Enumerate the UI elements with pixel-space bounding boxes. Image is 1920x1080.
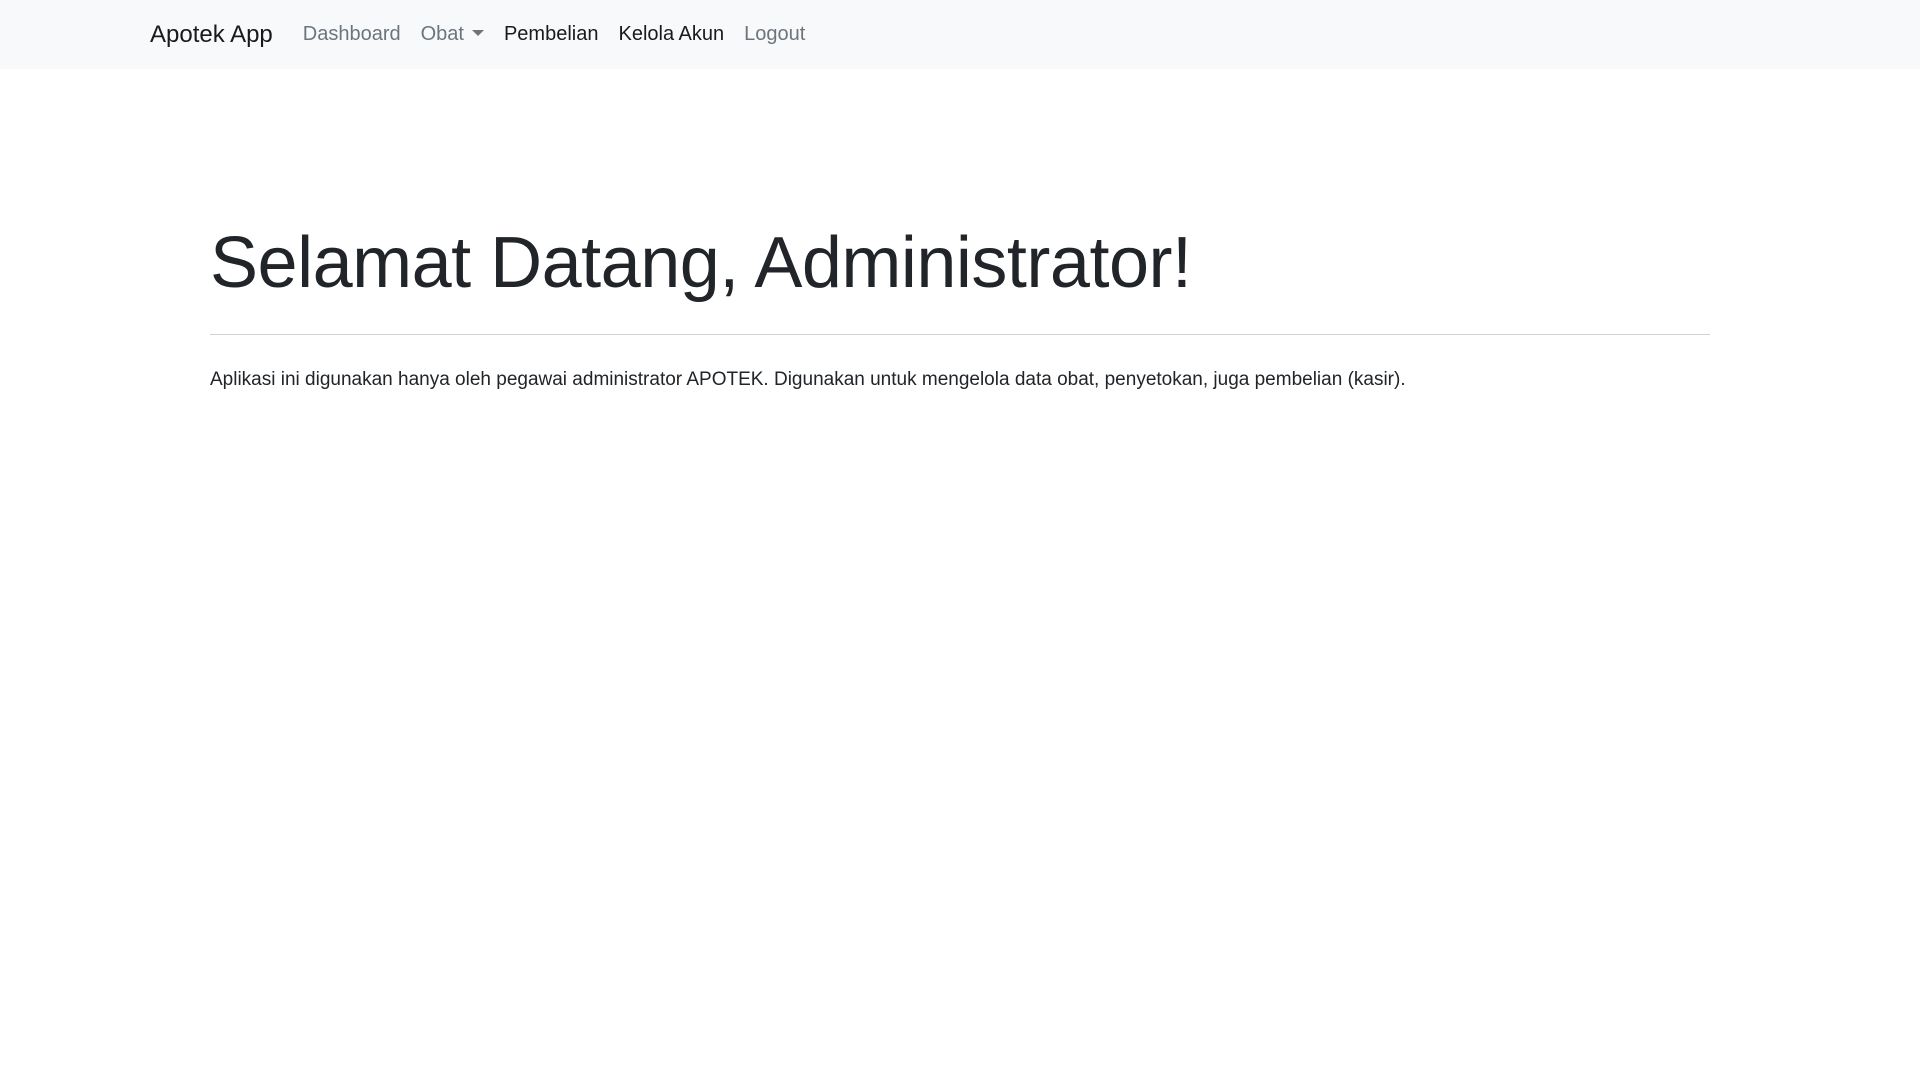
nav-dashboard[interactable]: Dashboard: [303, 23, 401, 46]
nav-obat-dropdown[interactable]: Obat: [421, 23, 484, 46]
nav-pembelian[interactable]: Pembelian: [504, 23, 599, 46]
description-text: Aplikasi ini digunakan hanya oleh pegawa…: [210, 369, 1406, 391]
nav-obat-label: Obat: [420, 23, 464, 45]
brand-link[interactable]: Apotek App: [150, 21, 273, 49]
welcome-section: Selamat Datang, Administrator! Aplikasi …: [210, 220, 1710, 410]
page-title: Selamat Datang, Administrator!: [210, 223, 1192, 303]
nav-kelola-akun[interactable]: Kelola Akun: [618, 23, 724, 46]
navbar: Apotek App Dashboard Obat Pembelian Kelo…: [0, 0, 1920, 69]
chevron-down-icon: [471, 29, 484, 36]
divider: [210, 334, 1710, 336]
navbar-content: Apotek App Dashboard Obat Pembelian Kelo…: [150, 0, 825, 69]
nav-logout[interactable]: Logout: [744, 23, 805, 46]
